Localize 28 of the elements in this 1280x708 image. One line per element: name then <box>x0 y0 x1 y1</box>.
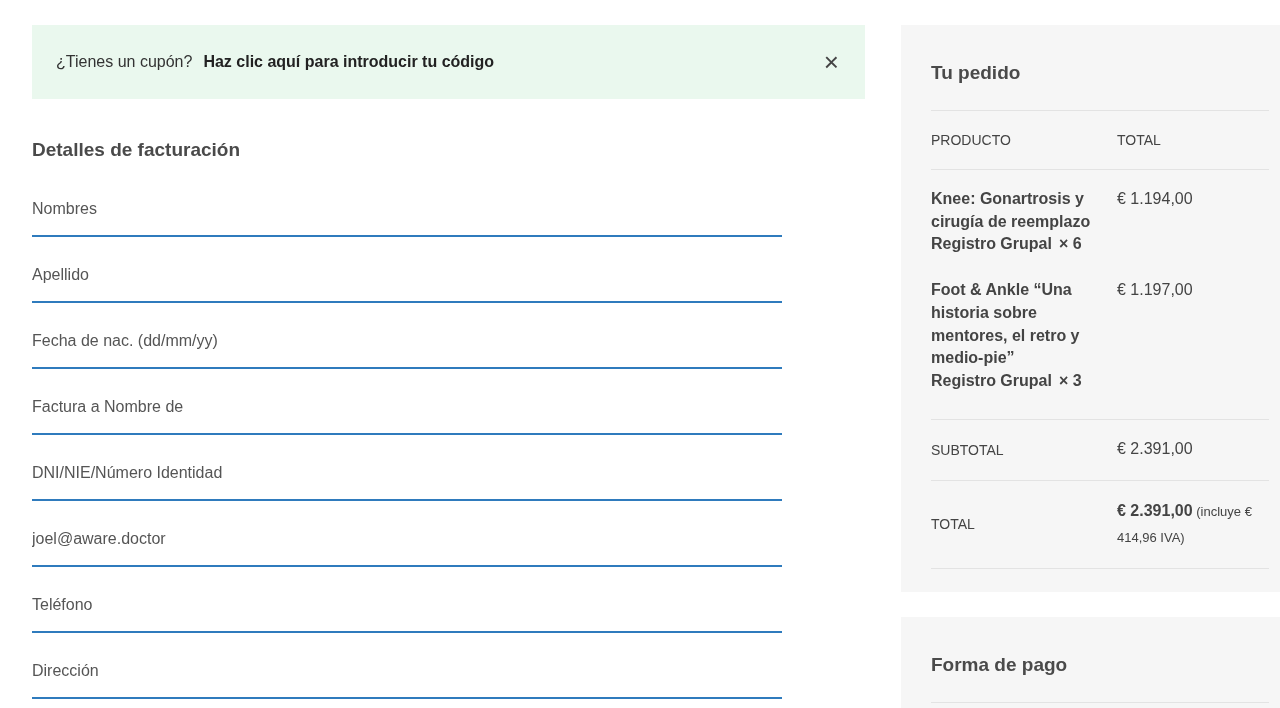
total-amount: € 2.391,00 (incluye € 414,96 IVA) <box>1117 500 1253 547</box>
product-name: Knee: Gonartrosis y cirugía de reemplazo <box>931 189 1092 232</box>
line-total: € 1.194,00 <box>1117 189 1194 209</box>
input-field[interactable]: Apellido <box>32 237 782 303</box>
input-field[interactable]: Nombres <box>32 171 782 237</box>
input-field[interactable]: Factura a Nombre de <box>32 369 782 435</box>
line-total: € 1.197,00 <box>1117 280 1194 301</box>
total-label: TOTAL <box>931 516 976 533</box>
product-name: Foot & Ankle “Una historia sobre mentores, el retro y medio-pie” <box>931 280 1081 369</box>
column-header: TOTAL <box>1117 132 1162 148</box>
coupon-link[interactable]: Haz clic aquí para introducir tu código <box>203 53 495 71</box>
subtotal-amount: € 2.391,00 <box>1117 439 1194 460</box>
payment-heading: Forma de pago <box>931 652 1069 677</box>
product-variation: Registro Grupal <box>931 234 1052 255</box>
input-field[interactable]: Dirección <box>32 633 782 699</box>
close-button[interactable]: × <box>819 49 843 75</box>
input-field[interactable]: DNI/NIE/Número Identidad <box>32 435 782 501</box>
product-variation: Registro Grupal <box>931 370 1052 391</box>
coupon-question: ¿Tienes un cupón? <box>56 53 193 71</box>
input-field[interactable]: joel@aware.doctor <box>32 501 782 567</box>
product-quantity: × 3 <box>1058 370 1082 391</box>
billing-heading: Detalles de facturación <box>32 139 242 161</box>
product-quantity: × 6 <box>1058 234 1082 255</box>
input-field[interactable]: Fecha de nac. (dd/mm/yy) <box>32 303 782 369</box>
subtotal-label: SUBTOTAL <box>931 441 1005 458</box>
order-heading: Tu pedido <box>931 61 1022 85</box>
column-header: PRODUCTO <box>931 132 1012 148</box>
input-field[interactable]: Teléfono <box>32 567 782 633</box>
